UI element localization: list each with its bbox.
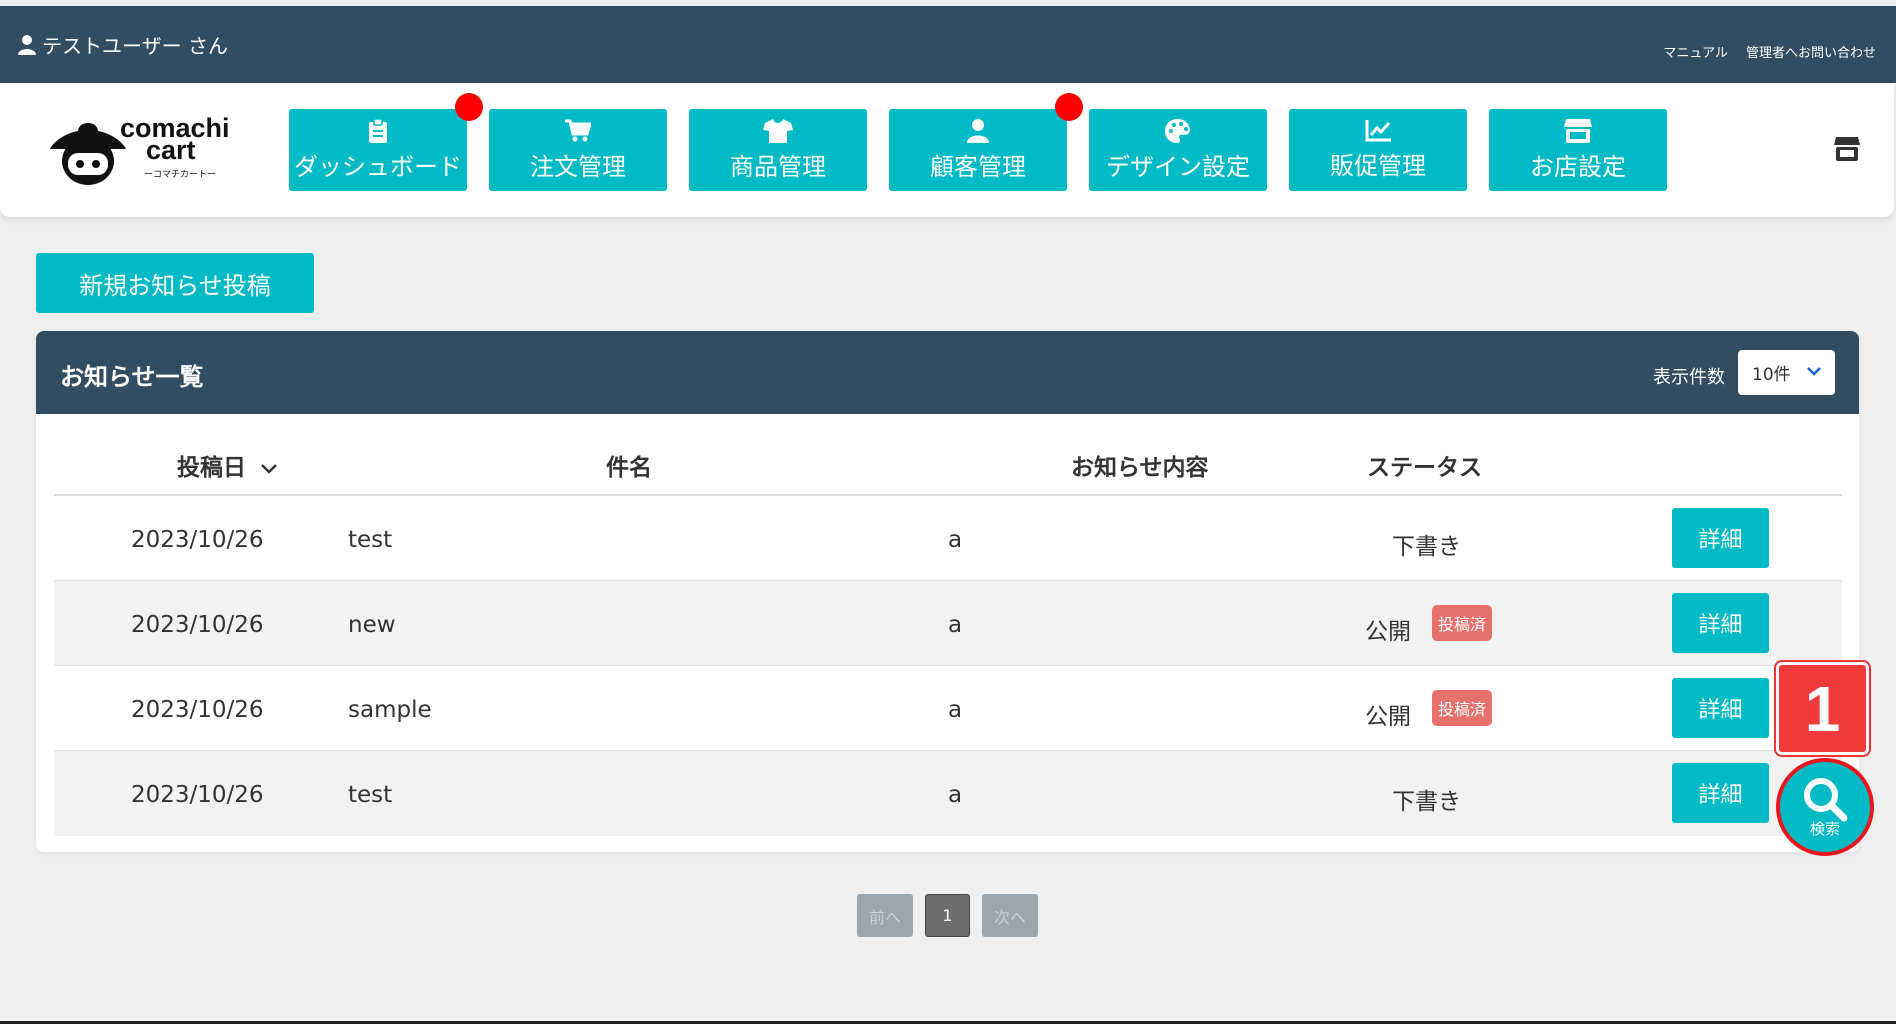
panel-title: お知らせ一覧 — [60, 363, 204, 391]
column-header-status: ステータス — [1367, 455, 1482, 481]
nav-design-settings[interactable]: デザイン設定 — [1089, 109, 1267, 191]
table-row: 2023/10/26 test a 下書き 詳細 — [54, 751, 1842, 836]
nav-promotions[interactable]: 販促管理 — [1289, 109, 1467, 191]
column-header-content: お知らせ内容 — [1071, 455, 1209, 481]
user-icon — [18, 34, 36, 55]
cell-date: 2023/10/26 — [131, 527, 264, 553]
chevron-down-icon — [261, 464, 277, 474]
chart-line-icon — [1365, 119, 1391, 141]
search-icon — [1804, 777, 1848, 821]
logo-mascot-icon — [50, 123, 126, 185]
nav-label: ダッシュボード — [294, 152, 462, 181]
search-floating-button[interactable]: 検索 — [1776, 758, 1874, 856]
notice-table: 投稿日 件名 お知らせ内容 ステータス 2023/10/26 test a 下書… — [54, 414, 1842, 836]
nav-store-settings[interactable]: お店設定 — [1489, 109, 1667, 191]
cell-date: 2023/10/26 — [131, 697, 264, 723]
manual-link[interactable]: マニュアル — [1663, 42, 1728, 61]
search-label: 検索 — [1809, 819, 1840, 838]
user-icon — [967, 118, 989, 143]
callout-number-badge: 1 — [1776, 662, 1869, 755]
per-page-select[interactable]: 10件 — [1738, 350, 1835, 395]
store-icon — [1564, 118, 1592, 143]
storefront-link[interactable] — [1834, 137, 1860, 165]
detail-button[interactable]: 詳細 — [1672, 508, 1769, 568]
table-header: 投稿日 件名 お知らせ内容 ステータス — [54, 414, 1842, 496]
column-header-subject: 件名 — [606, 455, 652, 481]
nav-label: デザイン設定 — [1106, 152, 1250, 181]
cell-content: a — [948, 782, 963, 808]
column-header-date[interactable]: 投稿日 — [177, 448, 278, 482]
pagination-next[interactable]: 次へ — [982, 894, 1038, 937]
per-page-label: 表示件数 — [1653, 367, 1725, 388]
nav-customers[interactable]: 顧客管理 — [889, 109, 1067, 191]
cell-content: a — [948, 697, 963, 723]
main-navbar: comachi cart ーコマチカートー ダッシュボード 注文管理 商品管理 — [0, 83, 1894, 217]
new-notice-button[interactable]: 新規お知らせ投稿 — [36, 253, 314, 313]
panel-header: お知らせ一覧 表示件数 10件 — [36, 331, 1859, 414]
table-row: 2023/10/26 test a 下書き 詳細 — [54, 496, 1842, 581]
contact-admin-link[interactable]: 管理者へお問い合わせ — [1746, 42, 1876, 61]
cell-subject: sample — [348, 697, 432, 723]
table-row: 2023/10/26 new a 公開 投稿済 詳細 — [54, 581, 1842, 666]
nav-label: 商品管理 — [730, 152, 826, 181]
chevron-down-icon — [1807, 367, 1821, 376]
cell-subject: new — [348, 612, 396, 638]
top-bar: テストユーザー さん マニュアル 管理者へお問い合わせ — [0, 6, 1896, 83]
cart-icon — [565, 119, 591, 141]
cell-subject: test — [348, 782, 393, 808]
tshirt-icon — [763, 118, 793, 143]
comachi-cart-logo[interactable]: comachi cart ーコマチカートー — [48, 113, 238, 193]
palette-icon — [1165, 118, 1190, 143]
posted-badge: 投稿済 — [1432, 690, 1492, 726]
cell-content: a — [948, 612, 963, 638]
pagination-page[interactable]: 1 — [925, 894, 970, 937]
cell-content: a — [948, 527, 963, 553]
posted-badge: 投稿済 — [1432, 605, 1492, 641]
clipboard-icon — [369, 118, 387, 143]
store-icon — [1834, 137, 1860, 161]
cell-subject: test — [348, 527, 393, 553]
nav-label: 注文管理 — [530, 152, 626, 181]
logo-subtext: ーコマチカートー — [144, 170, 217, 180]
cell-status: 公開 — [1365, 619, 1411, 645]
pagination-prev[interactable]: 前へ — [857, 894, 913, 937]
user-name: テストユーザー さん — [42, 34, 228, 58]
detail-button[interactable]: 詳細 — [1672, 593, 1769, 653]
notice-list-panel: お知らせ一覧 表示件数 10件 投稿日 件名 お知らせ内容 ステータス 2023… — [36, 331, 1859, 852]
nav-label: お店設定 — [1530, 152, 1626, 181]
table-row: 2023/10/26 sample a 公開 投稿済 詳細 — [54, 666, 1842, 751]
logo-text-cart: cart — [146, 135, 196, 165]
user-menu[interactable]: テストユーザー さん — [18, 30, 228, 59]
cell-status: 下書き — [1392, 534, 1461, 560]
nav-label: 販促管理 — [1330, 151, 1426, 180]
cell-status: 公開 — [1365, 704, 1411, 730]
cell-date: 2023/10/26 — [131, 612, 264, 638]
nav-label: 顧客管理 — [930, 152, 1026, 181]
cell-status: 下書き — [1392, 789, 1461, 815]
notification-dot — [455, 93, 483, 121]
nav-products[interactable]: 商品管理 — [689, 109, 867, 191]
nav-orders[interactable]: 注文管理 — [489, 109, 667, 191]
per-page-value: 10件 — [1752, 365, 1791, 385]
detail-button[interactable]: 詳細 — [1672, 763, 1769, 823]
nav-dashboard[interactable]: ダッシュボード — [289, 109, 467, 191]
detail-button[interactable]: 詳細 — [1672, 678, 1769, 738]
cell-date: 2023/10/26 — [131, 782, 264, 808]
notification-dot — [1055, 93, 1083, 121]
